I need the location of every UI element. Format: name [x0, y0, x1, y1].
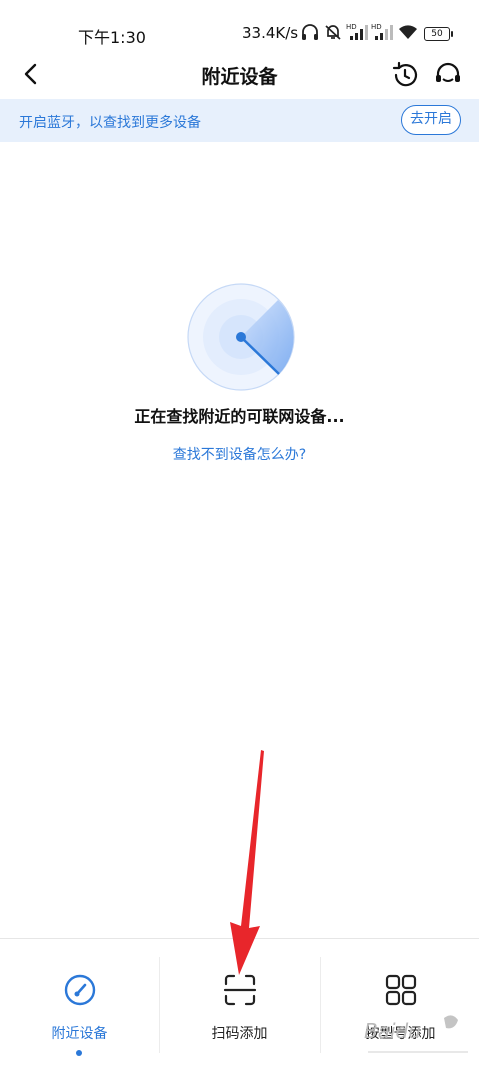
grid-icon — [385, 974, 417, 1006]
svg-text:HD: HD — [346, 23, 357, 31]
gauge-icon — [64, 974, 96, 1006]
status-time: 下午1:30 — [78, 28, 146, 47]
headphones-icon — [302, 24, 318, 40]
watermark-logo: Baidu — [364, 1015, 468, 1053]
signal-hd-icon: HD — [371, 23, 393, 40]
enable-bluetooth-button[interactable]: 去开启 — [401, 105, 461, 135]
wifi-icon — [399, 25, 417, 39]
bluetooth-banner: 开启蓝牙，以查找到更多设备 去开启 — [0, 99, 479, 142]
svg-text:HD: HD — [371, 23, 382, 31]
nav-label: 附近设备 — [51, 1026, 108, 1042]
nav-item-nearby-devices[interactable]: 附近设备 — [0, 939, 159, 1071]
radar-scan-icon — [187, 283, 295, 391]
nav-label: 扫码添加 — [211, 1026, 268, 1042]
bluetooth-banner-text: 开启蓝牙，以查找到更多设备 — [19, 115, 201, 131]
headset-icon[interactable] — [433, 60, 463, 90]
scanning-status-text: 正在查找附近的可联网设备... — [134, 407, 345, 426]
battery-icon: 50 — [424, 27, 453, 41]
mute-icon — [325, 25, 341, 40]
annotation-arrow-icon — [230, 750, 264, 975]
active-indicator — [76, 1050, 82, 1056]
help-link[interactable]: 查找不到设备怎么办? — [0, 444, 479, 464]
header: 附近设备 — [0, 52, 479, 98]
scan-icon — [223, 974, 257, 1006]
history-clock-icon[interactable] — [390, 60, 420, 90]
signal-hd-icon: HD — [346, 23, 368, 40]
network-speed: 33.4K/s — [242, 24, 299, 42]
watermark-text: Baidu — [364, 1019, 421, 1043]
